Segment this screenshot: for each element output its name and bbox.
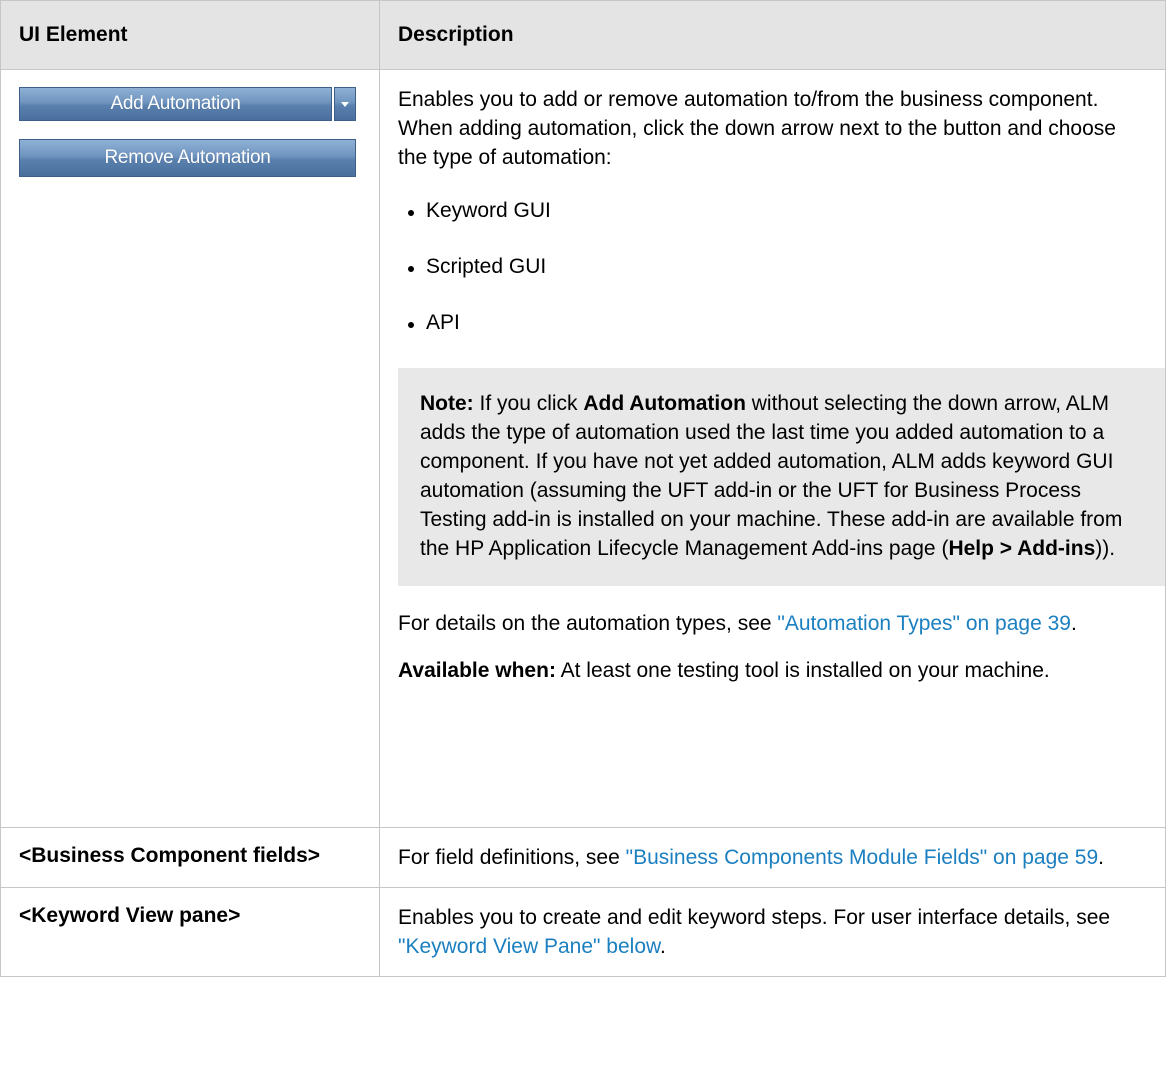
table-row-fields: <Business Component fields> For field de… [0,827,1166,888]
add-automation-dropdown-arrow[interactable] [334,87,356,121]
keyword-view-pane-element: <Keyword View pane> [0,886,380,977]
details-suffix: . [1070,611,1077,635]
add-automation-button[interactable]: Add Automation [19,87,332,121]
table-row-keyword-view: <Keyword View pane> Enables you to creat… [0,886,1166,977]
note-box: Note: If you click Add Automation withou… [398,367,1165,586]
note-bold-add-automation: Add Automation [583,391,746,415]
table-row-automation: Add Automation Remove Automation Enables… [0,69,1166,828]
header-ui-element: UI Element [0,0,380,70]
keyword-view-prefix: Enables you to create and edit keyword s… [398,905,1111,929]
add-automation-split-button[interactable]: Add Automation [19,87,356,121]
automation-details-text: For details on the automation types, see… [398,610,1147,639]
available-when-value: At least one testing tool is installed o… [555,658,1050,682]
available-when-label: Available when: [398,658,556,682]
note-text-3: )). [1095,536,1116,560]
business-component-fields-element: <Business Component fields> [0,827,380,888]
note-text-1: If you click [473,391,584,415]
fields-suffix: . [1098,846,1104,869]
automation-buttons-cell: Add Automation Remove Automation [0,69,380,828]
automation-description-cell: Enables you to add or remove automation … [379,69,1166,828]
list-item: Keyword GUI [398,197,1147,226]
module-fields-link[interactable]: "Business Components Module Fields" on p… [626,846,1099,869]
list-item: API [398,309,1147,338]
header-description: Description [379,0,1166,70]
automation-types-link[interactable]: "Automation Types" on page 39 [777,612,1071,635]
note-label: Note: [420,391,474,415]
fields-prefix: For field definitions, see [398,846,626,869]
details-prefix: For details on the automation types, see [398,611,778,635]
ui-elements-table: UI Element Description Add Automation Re… [0,0,1166,977]
remove-automation-button[interactable]: Remove Automation [19,139,356,177]
list-item: Scripted GUI [398,253,1147,282]
fields-description-cell: For field definitions, see "Business Com… [379,827,1166,888]
note-bold-help-addins: Help > Add-ins [948,536,1096,560]
available-when-text: Available when: At least one testing too… [398,657,1147,686]
automation-types-list: Keyword GUI Scripted GUI API [398,197,1147,338]
chevron-down-icon [341,101,349,107]
note-text-2: without selecting the down arrow, ALM ad… [420,391,1123,560]
keyword-view-suffix: . [660,934,666,958]
table-header-row: UI Element Description [0,0,1166,70]
keyword-view-description-cell: Enables you to create and edit keyword s… [379,886,1166,977]
automation-intro-text: Enables you to add or remove automation … [398,88,1116,169]
keyword-view-pane-link[interactable]: "Keyword View Pane" below [398,935,660,958]
